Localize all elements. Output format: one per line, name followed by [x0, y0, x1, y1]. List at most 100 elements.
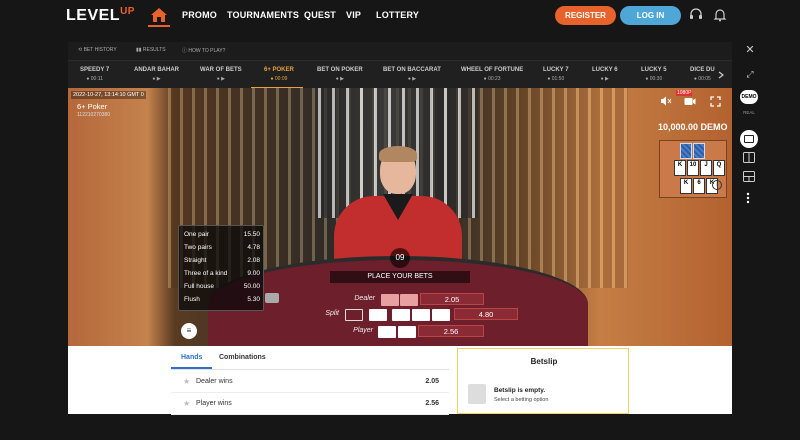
- list-item[interactable]: ★ Dealer wins 2.05: [171, 371, 449, 393]
- game-toolbar: ⟲ BET HISTORY ▮▮ RESULTS ⓘ HOW TO PLAY?: [68, 42, 732, 60]
- paytable-row: One pair 15.50: [184, 231, 260, 238]
- player-label: Player: [353, 327, 373, 334]
- roadmap-card: J: [700, 160, 712, 176]
- game-tabs: SPEEDY 7 ● 00:11 ANDAR BAHAR ● ▶ WAR OF BE…: [68, 60, 732, 89]
- paytable-row: Straight 2.08: [184, 257, 260, 264]
- tab-lucky-7[interactable]: LUCKY 7 ● 01:50: [543, 67, 569, 82]
- balance: 10,000.00 DEMO: [658, 122, 728, 132]
- headset-icon[interactable]: [689, 8, 703, 22]
- chevron-right-icon[interactable]: [718, 71, 724, 79]
- card-back: [693, 143, 705, 159]
- bell-icon[interactable]: [713, 8, 727, 22]
- roadmap-card: K: [674, 160, 686, 176]
- bet-history-link[interactable]: ⟲ BET HISTORY: [78, 47, 117, 53]
- tab-war-of-bets[interactable]: WAR OF BETS ● ▶: [200, 67, 242, 82]
- nav-lottery[interactable]: LOTTERY: [376, 10, 419, 20]
- divider: [171, 369, 449, 370]
- player-bet-button[interactable]: 2.56: [418, 325, 484, 337]
- list-item[interactable]: ★ Player wins 2.56: [171, 393, 449, 415]
- game-name: 6+ Poker: [77, 102, 108, 111]
- datetime: 2022-10-27, 13:14:10 GMT 0: [71, 91, 146, 99]
- how-to-play-link[interactable]: ⓘ HOW TO PLAY?: [182, 47, 225, 54]
- star-icon[interactable]: ★: [183, 377, 190, 386]
- single-view-button[interactable]: [740, 130, 758, 148]
- tab-lucky-5[interactable]: LUCKY 5 ● 00:30: [641, 67, 667, 82]
- roadmap-card: K: [680, 178, 692, 194]
- split-card: [369, 309, 387, 321]
- chip-stack: [265, 293, 279, 303]
- dealer-card: [381, 294, 399, 306]
- mute-icon[interactable]: [660, 96, 672, 106]
- login-button[interactable]: LOG IN: [620, 6, 681, 25]
- paytable-row: Flush 5.30: [184, 296, 260, 303]
- expand-icon[interactable]: ⤢: [742, 66, 758, 82]
- info-icon[interactable]: i: [712, 180, 722, 190]
- dealer-label: Dealer: [354, 295, 375, 302]
- demo-toggle[interactable]: DEMO: [740, 90, 758, 104]
- tab-speedy-7[interactable]: SPEEDY 7 ● 00:11: [80, 67, 109, 82]
- tab-hands[interactable]: Hands: [181, 354, 202, 361]
- nav-quest[interactable]: QUEST: [304, 10, 336, 20]
- nav-promo[interactable]: PROMO: [182, 10, 217, 20]
- split-card: [432, 309, 450, 321]
- tab-bet-on-poker[interactable]: BET ON POKER ● ▶: [317, 67, 363, 82]
- paytable-row: Two pairs 4.78: [184, 244, 260, 251]
- close-icon[interactable]: ✕: [742, 42, 758, 58]
- star-icon[interactable]: ★: [183, 399, 190, 408]
- split-label: Split: [325, 310, 339, 317]
- tab-6-plus-poker[interactable]: 6+ POKER ● 00:09: [264, 67, 294, 82]
- dealer-card: [400, 294, 418, 306]
- betslip-empty-text: Betslip is empty.: [494, 387, 546, 394]
- home-icon[interactable]: [150, 7, 168, 23]
- nav-tournaments[interactable]: TOURNAMENTS: [227, 10, 299, 20]
- real-toggle[interactable]: REAL: [740, 110, 758, 120]
- card-back: [680, 143, 692, 159]
- dealer-bet-button[interactable]: 2.05: [420, 293, 484, 305]
- roadmap-card: 6: [693, 178, 705, 194]
- more-vertical-icon[interactable]: [746, 192, 750, 204]
- dealer-hair: [379, 146, 417, 162]
- roadmap-card: 10: [687, 160, 699, 176]
- results-link[interactable]: ▮▮ RESULTS: [136, 47, 166, 53]
- tab-dice-duel[interactable]: DICE DU ● 00:05: [690, 67, 715, 82]
- logo-main: LEVEL: [66, 7, 121, 24]
- game-frame: ⟲ BET HISTORY ▮▮ RESULTS ⓘ HOW TO PLAY? …: [68, 42, 732, 415]
- paytable-row: Full house 50.00: [184, 283, 260, 290]
- betslip-icon: [468, 384, 486, 404]
- betting-panel: Hands Combinations ★ Dealer wins 2.05 ★ …: [68, 346, 732, 415]
- tab-combinations[interactable]: Combinations: [219, 354, 266, 361]
- live-video: 2022-10-27, 13:14:10 GMT 0 6+ Poker 1122…: [68, 88, 732, 346]
- split-view-icon[interactable]: [743, 152, 755, 163]
- home-active-indicator: [148, 25, 170, 27]
- paytable: One pair 15.50 Two pairs 4.78 Straight 2.08…: [178, 225, 264, 311]
- nav-vip[interactable]: VIP: [346, 10, 361, 20]
- video-camera-icon[interactable]: [684, 97, 696, 106]
- split-card: [412, 309, 430, 321]
- split-card: [392, 309, 410, 321]
- tab-andar-bahar[interactable]: ANDAR BAHAR ● ▶: [134, 67, 179, 82]
- grid-view-icon[interactable]: [743, 171, 755, 182]
- single-view-icon: [744, 135, 754, 143]
- tab-bet-on-baccarat[interactable]: BET ON BACCARAT ● ▶: [383, 67, 441, 82]
- split-bet-button[interactable]: 4.80: [454, 308, 518, 320]
- player-card: [378, 326, 396, 338]
- menu-icon[interactable]: ≡: [181, 323, 197, 339]
- game-id: 112210270380: [77, 112, 110, 118]
- logo[interactable]: LEVELUP: [66, 6, 135, 25]
- tab-lucky-6[interactable]: LUCKY 6 ● ▶: [592, 67, 618, 82]
- betslip-title: Betslip: [530, 357, 558, 366]
- tab-wheel-of-fortune[interactable]: WHEEL OF FORTUNE ● 00:23: [461, 67, 523, 82]
- register-button[interactable]: REGISTER: [555, 6, 616, 25]
- paytable-row: Three of a kind 9.00: [184, 270, 260, 277]
- split-card-slot: [345, 309, 363, 321]
- status-banner: PLACE YOUR BETS: [330, 271, 470, 283]
- player-card: [398, 326, 416, 338]
- betslip-hint: Select a betting option: [494, 397, 549, 403]
- top-header: LEVELUP PROMO TOURNAMENTS QUEST VIP LOTT…: [0, 0, 800, 32]
- quality-badge: 1080P: [676, 90, 693, 96]
- logo-accent: UP: [120, 6, 135, 17]
- round-timer: 09: [390, 248, 410, 268]
- roadmap-card: Q: [713, 160, 725, 176]
- fullscreen-icon[interactable]: [710, 96, 721, 107]
- betslip: Betslip Betslip is empty. Select a betti…: [457, 348, 629, 414]
